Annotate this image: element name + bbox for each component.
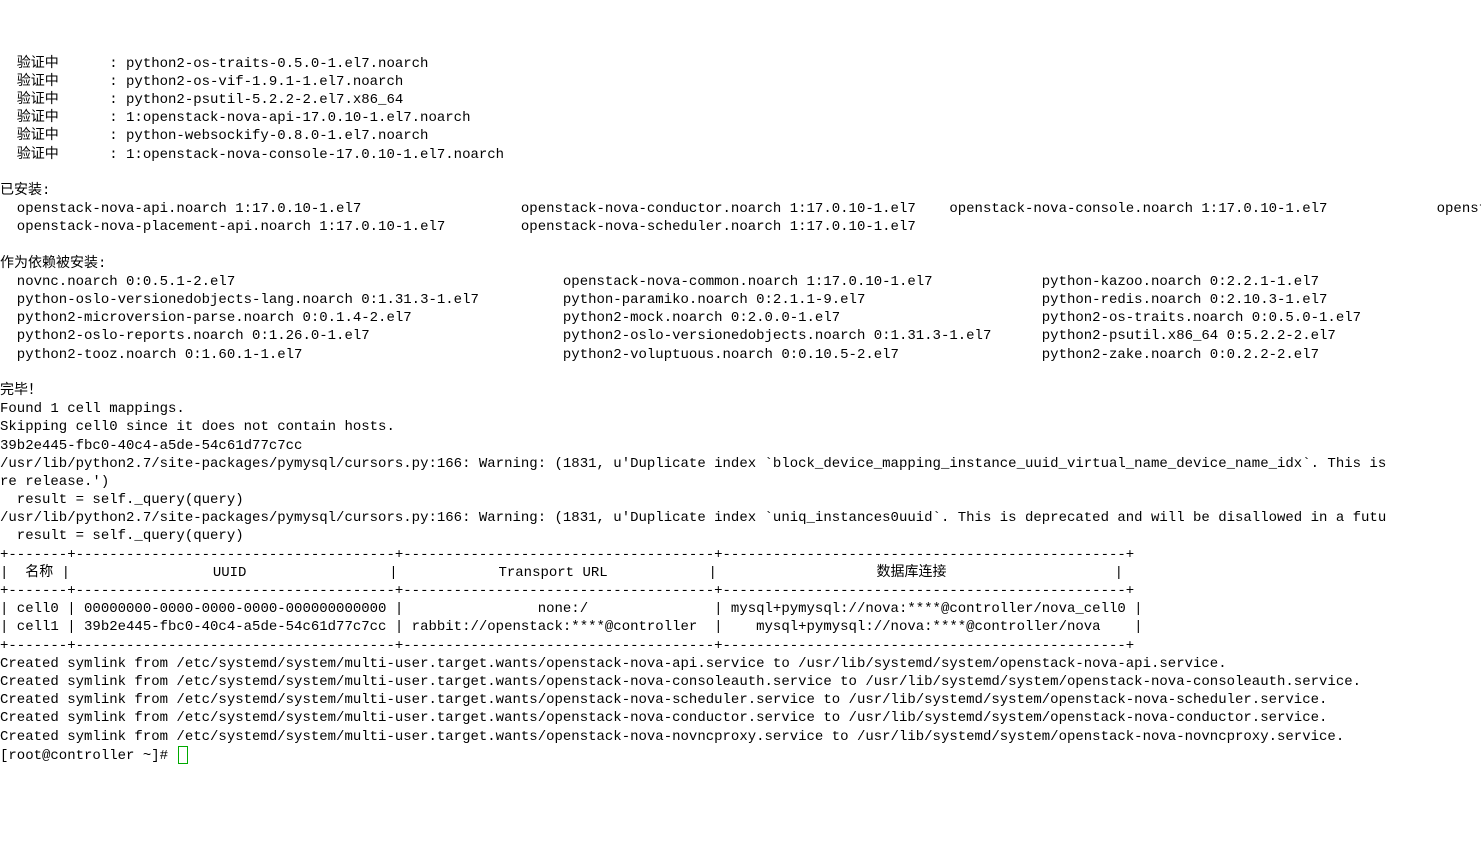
blank-line: [0, 365, 8, 381]
verify-line: 验证中 : python2-psutil-5.2.2-2.el7.x86_64: [0, 92, 403, 108]
installed-header: 已安装:: [0, 183, 50, 199]
message-line: 39b2e445-fbc0-40c4-a5de-54c61d77c7cc: [0, 438, 302, 454]
deps-header: 作为依赖被安装:: [0, 256, 106, 272]
message-line: re release.'): [0, 474, 109, 490]
deps-row: python-oslo-versionedobjects-lang.noarch…: [0, 292, 1481, 308]
table-separator: +-------+-------------------------------…: [0, 638, 1134, 654]
blank-line: [0, 237, 8, 253]
deps-row: novnc.noarch 0:0.5.1-2.el7 openstack-nov…: [0, 274, 1481, 290]
verify-line: 验证中 : 1:openstack-nova-api-17.0.10-1.el7…: [0, 110, 470, 126]
deps-row: python2-tooz.noarch 0:1.60.1-1.el7 pytho…: [0, 347, 1481, 363]
message-line: Found 1 cell mappings.: [0, 401, 185, 417]
table-header: | 名称 | UUID | Transport URL | 数据库连接 |: [0, 565, 1123, 581]
blank-line: [0, 165, 8, 181]
symlink-line: Created symlink from /etc/systemd/system…: [0, 656, 1227, 672]
symlink-line: Created symlink from /etc/systemd/system…: [0, 710, 1327, 726]
installed-row: openstack-nova-api.noarch 1:17.0.10-1.el…: [0, 201, 1481, 217]
message-line: result = self._query(query): [0, 528, 244, 544]
table-row: | cell1 | 39b2e445-fbc0-40c4-a5de-54c61d…: [0, 619, 1143, 635]
deps-row: python2-oslo-reports.noarch 0:1.26.0-1.e…: [0, 328, 1481, 344]
verify-line: 验证中 : 1:openstack-nova-console-17.0.10-1…: [0, 147, 504, 163]
message-line: result = self._query(query): [0, 492, 244, 508]
message-line: /usr/lib/python2.7/site-packages/pymysql…: [0, 510, 1386, 526]
cursor-icon: [178, 746, 188, 764]
table-row: | cell0 | 00000000-0000-0000-0000-000000…: [0, 601, 1143, 617]
message-line: /usr/lib/python2.7/site-packages/pymysql…: [0, 456, 1386, 472]
verify-line: 验证中 : python2-os-traits-0.5.0-1.el7.noar…: [0, 56, 428, 72]
table-separator: +-------+-------------------------------…: [0, 583, 1134, 599]
terminal-output[interactable]: 验证中 : python2-os-traits-0.5.0-1.el7.noar…: [0, 55, 1481, 765]
symlink-line: Created symlink from /etc/systemd/system…: [0, 729, 1344, 745]
table-separator: +-------+-------------------------------…: [0, 547, 1134, 563]
verify-line: 验证中 : python-websockify-0.8.0-1.el7.noar…: [0, 128, 428, 144]
symlink-line: Created symlink from /etc/systemd/system…: [0, 692, 1327, 708]
deps-row: python2-microversion-parse.noarch 0:0.1.…: [0, 310, 1481, 326]
shell-prompt[interactable]: [root@controller ~]#: [0, 748, 188, 764]
symlink-line: Created symlink from /etc/systemd/system…: [0, 674, 1361, 690]
done-label: 完毕！: [0, 383, 42, 399]
installed-row: openstack-nova-placement-api.noarch 1:17…: [0, 219, 916, 235]
message-line: Skipping cell0 since it does not contain…: [0, 419, 395, 435]
verify-line: 验证中 : python2-os-vif-1.9.1-1.el7.noarch: [0, 74, 403, 90]
